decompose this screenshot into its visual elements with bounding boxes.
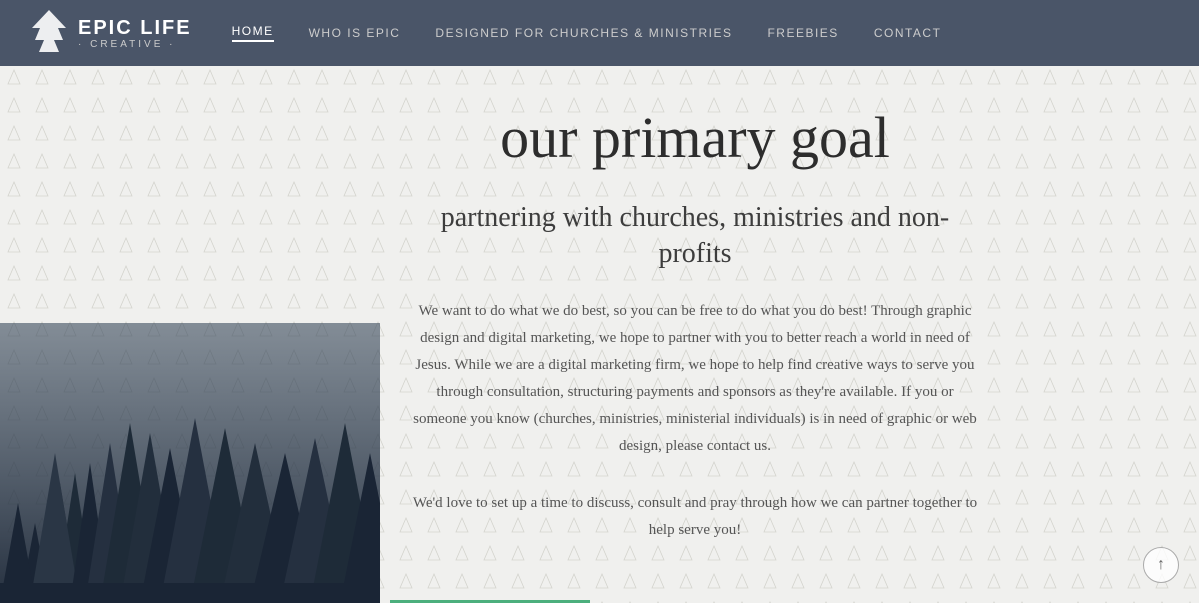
sub-heading: partnering with churches, ministries and… bbox=[410, 200, 980, 273]
logo[interactable]: EPIC LIFE · CREATIVE · bbox=[30, 8, 192, 58]
main-content-column: our primary goal partnering with churche… bbox=[390, 66, 1040, 603]
logo-text-area: EPIC LIFE · CREATIVE · bbox=[78, 17, 192, 50]
logo-subtitle: · CREATIVE · bbox=[78, 39, 175, 50]
main-heading: our primary goal bbox=[410, 106, 980, 170]
cta-text: We'd love to set up a time to discuss, c… bbox=[410, 490, 980, 544]
main-nav: HOME WHO IS EPIC DESIGNED FOR CHURCHES &… bbox=[232, 24, 942, 42]
main-section: our primary goal partnering with churche… bbox=[0, 66, 1199, 603]
chevron-up-icon: ↑ bbox=[1157, 556, 1165, 574]
nav-designed-for[interactable]: DESIGNED FOR CHURCHES & MINISTRIES bbox=[435, 26, 732, 40]
forest-image bbox=[0, 323, 380, 603]
site-header: EPIC LIFE · CREATIVE · HOME WHO IS EPIC … bbox=[0, 0, 1199, 66]
nav-who-is-epic[interactable]: WHO IS EPIC bbox=[309, 26, 401, 40]
nav-freebies[interactable]: FREEBIES bbox=[767, 26, 838, 40]
body-text: We want to do what we do best, so you ca… bbox=[410, 298, 980, 460]
scroll-to-top-button[interactable]: ↑ bbox=[1143, 547, 1179, 583]
nav-contact[interactable]: CONTACT bbox=[874, 26, 942, 40]
tree-icon bbox=[30, 8, 68, 58]
nav-home[interactable]: HOME bbox=[232, 24, 274, 42]
logo-title: EPIC LIFE bbox=[78, 17, 192, 39]
